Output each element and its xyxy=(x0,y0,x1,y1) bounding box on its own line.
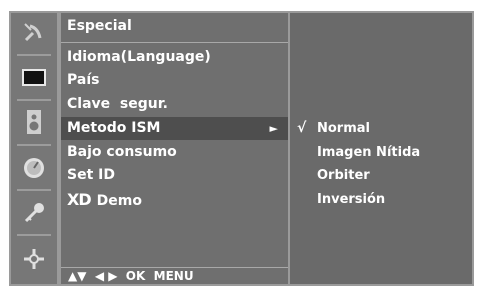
menu-item-clave-segur[interactable]: Clave segur. xyxy=(61,93,288,116)
icon-separator xyxy=(17,54,51,56)
key-icon[interactable] xyxy=(11,195,57,231)
navigation-hint: ▲▼ ◀ ▶ OK MENU xyxy=(68,269,194,283)
menu-item-label: Bajo consumo xyxy=(67,144,177,160)
screen-icon[interactable] xyxy=(11,59,57,95)
menu-title: Especial xyxy=(67,18,132,34)
speaker-icon[interactable] xyxy=(11,104,57,140)
menu-item-pais[interactable]: País xyxy=(61,69,288,92)
submenu-option-label: Imagen Nítida xyxy=(317,145,421,160)
footer-divider xyxy=(61,267,288,268)
osd-frame: Especial Idioma(Language) País Clave seg… xyxy=(0,0,479,286)
submenu-option-normal[interactable]: √ Normal xyxy=(290,117,472,140)
menu-item-metodo-ism[interactable]: Metodo ISM ► xyxy=(61,117,288,140)
title-divider xyxy=(61,42,288,43)
menu-item-label: Metodo ISM xyxy=(67,120,161,136)
submenu-arrow-icon: ► xyxy=(269,122,278,135)
icon-separator xyxy=(17,99,51,101)
submenu-option-imagen-nitida[interactable]: Imagen Nítida xyxy=(290,141,472,164)
menu-item-label: Set ID xyxy=(67,167,115,183)
menu-item-xd-demo[interactable]: XD Demo xyxy=(61,188,288,211)
menu-item-label: Idioma(Language) xyxy=(67,49,211,65)
joystick-icon[interactable] xyxy=(11,241,57,277)
submenu-option-orbiter[interactable]: Orbiter xyxy=(290,164,472,187)
submenu-option-label: Orbiter xyxy=(317,168,370,183)
satellite-dish-icon[interactable] xyxy=(11,15,57,51)
submenu-option-label: Inversión xyxy=(317,192,386,207)
menu-item-label: País xyxy=(67,72,100,88)
submenu-option-inversion[interactable]: Inversión xyxy=(290,188,472,211)
clock-icon[interactable] xyxy=(11,150,57,186)
ism-submenu: √ Normal Imagen Nítida Orbiter Inversión xyxy=(290,13,472,284)
submenu-option-label: Normal xyxy=(317,121,370,136)
menu-item-label: Demo xyxy=(96,193,142,209)
icon-separator xyxy=(17,189,51,191)
xd-logo: XD xyxy=(67,190,92,209)
menu-item-set-id[interactable]: Set ID xyxy=(61,164,288,187)
menu-item-label: Clave segur. xyxy=(67,96,168,112)
category-icon-bar xyxy=(11,13,57,284)
especial-menu: Especial Idioma(Language) País Clave seg… xyxy=(61,13,288,284)
icon-separator xyxy=(17,144,51,146)
menu-item-idioma[interactable]: Idioma(Language) xyxy=(61,46,288,69)
icon-separator xyxy=(17,234,51,236)
check-icon: √ xyxy=(297,120,307,136)
menu-item-bajo-consumo[interactable]: Bajo consumo xyxy=(61,141,288,164)
